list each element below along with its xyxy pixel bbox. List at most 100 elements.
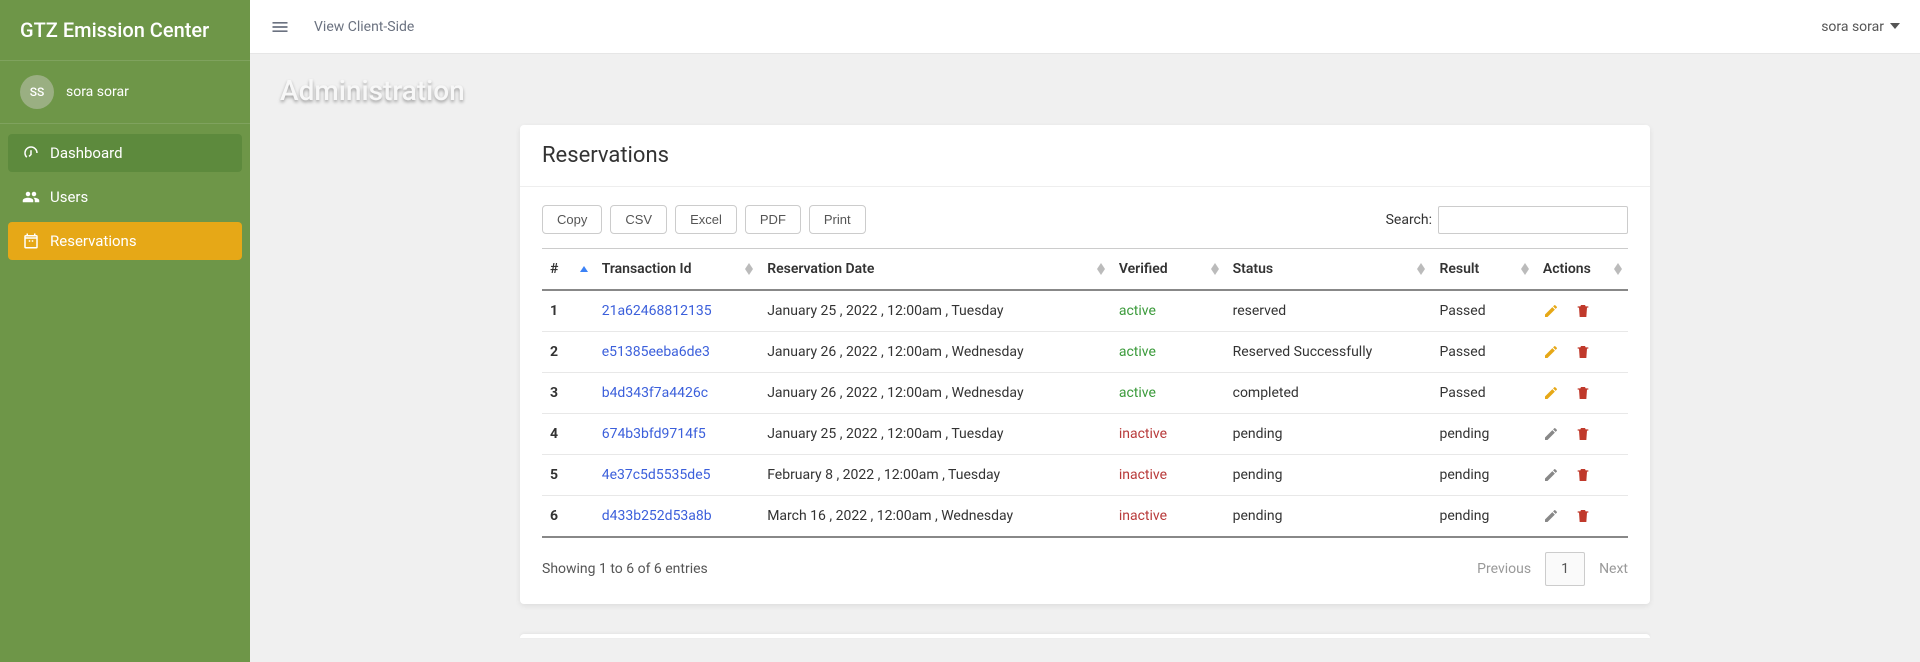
col-number[interactable]: #: [542, 249, 594, 291]
cell-reservation-date: March 16 , 2022 , 12:00am , Wednesday: [759, 496, 1111, 538]
sort-icon: [1097, 263, 1105, 275]
delete-icon[interactable]: [1575, 385, 1591, 401]
cell-status: pending: [1225, 455, 1432, 496]
cell-verified: inactive: [1111, 414, 1225, 455]
pagination-page-1[interactable]: 1: [1545, 552, 1585, 586]
delete-icon[interactable]: [1575, 467, 1591, 483]
cell-status: reserved: [1225, 290, 1432, 332]
reservations-table: # Transaction Id: [542, 248, 1628, 538]
edit-icon[interactable]: [1543, 385, 1559, 401]
topbar-user-name: sora sorar: [1821, 19, 1884, 35]
cell-result: Passed: [1431, 373, 1534, 414]
pdf-button[interactable]: PDF: [745, 205, 801, 234]
cell-result: Passed: [1431, 332, 1534, 373]
cell-actions: [1535, 290, 1628, 332]
edit-icon[interactable]: [1543, 344, 1559, 360]
content: Administration Reservations Copy CSV Exc…: [250, 54, 1920, 662]
copy-button[interactable]: Copy: [542, 205, 602, 234]
sidebar-item-users[interactable]: Users: [8, 178, 242, 216]
hamburger-icon[interactable]: [270, 17, 290, 37]
edit-icon[interactable]: [1543, 303, 1559, 319]
main: View Client-Side sora sorar Administrati…: [250, 0, 1920, 662]
table-row: 3 b4d343f7a4426c January 26 , 2022 , 12:00…: [542, 373, 1628, 414]
sidebar-item-reservations[interactable]: Reservations: [8, 222, 242, 260]
sort-icon: [1614, 263, 1622, 275]
edit-icon[interactable]: [1543, 508, 1559, 524]
cell-reservation-date: February 8 , 2022 , 12:00am , Tuesday: [759, 455, 1111, 496]
cell-status: Reserved Successfully: [1225, 332, 1432, 373]
csv-button[interactable]: CSV: [610, 205, 667, 234]
sort-icon: [1521, 263, 1529, 275]
edit-icon[interactable]: [1543, 426, 1559, 442]
cell-reservation-date: January 25 , 2022 , 12:00am , Tuesday: [759, 290, 1111, 332]
sidebar-nav: Dashboard Users Reservations: [0, 124, 250, 270]
transaction-link[interactable]: 4e37c5d5535de5: [602, 467, 711, 483]
table-row: 1 21a62468812135 January 25 , 2022 , 12:00…: [542, 290, 1628, 332]
cell-transaction-id: 4e37c5d5535de5: [594, 455, 759, 496]
avatar: SS: [20, 75, 54, 109]
cell-status: completed: [1225, 373, 1432, 414]
topbar: View Client-Side sora sorar: [250, 0, 1920, 54]
cell-reservation-date: January 26 , 2022 , 12:00am , Wednesday: [759, 332, 1111, 373]
table-info: Showing 1 to 6 of 6 entries: [542, 561, 708, 577]
pagination-next[interactable]: Next: [1599, 561, 1628, 577]
cell-transaction-id: d433b252d53a8b: [594, 496, 759, 538]
pagination-previous[interactable]: Previous: [1477, 561, 1531, 577]
gauge-icon: [22, 144, 40, 162]
delete-icon[interactable]: [1575, 303, 1591, 319]
cell-result: pending: [1431, 496, 1534, 538]
col-status[interactable]: Status: [1225, 249, 1432, 291]
sidebar-item-label: Users: [50, 188, 88, 206]
transaction-link[interactable]: b4d343f7a4426c: [602, 385, 708, 401]
delete-icon[interactable]: [1575, 344, 1591, 360]
chevron-down-icon: [1890, 19, 1900, 35]
cell-result: pending: [1431, 414, 1534, 455]
sidebar: GTZ Emission Center SS sora sorar Dashbo…: [0, 0, 250, 662]
avatar-name: sora sorar: [66, 84, 129, 100]
cell-number: 5: [542, 455, 594, 496]
topbar-user-menu[interactable]: sora sorar: [1821, 19, 1900, 35]
transaction-link[interactable]: e51385eeba6de3: [602, 344, 710, 360]
sidebar-user[interactable]: SS sora sorar: [0, 60, 250, 124]
cell-result: pending: [1431, 455, 1534, 496]
transaction-link[interactable]: 674b3bfd9714f5: [602, 426, 706, 442]
search-input[interactable]: [1438, 206, 1628, 234]
delete-icon[interactable]: [1575, 508, 1591, 524]
cell-transaction-id: b4d343f7a4426c: [594, 373, 759, 414]
users-icon: [22, 188, 40, 206]
cell-number: 3: [542, 373, 594, 414]
cell-verified: inactive: [1111, 496, 1225, 538]
cell-verified: active: [1111, 373, 1225, 414]
sidebar-item-label: Reservations: [50, 232, 137, 250]
table-row: 4674b3bfd9714f5January 25 , 2022 , 12:00…: [542, 414, 1628, 455]
view-client-side-link[interactable]: View Client-Side: [314, 19, 414, 35]
sort-icon: [580, 266, 588, 272]
transaction-link[interactable]: d433b252d53a8b: [602, 508, 712, 524]
cell-actions: [1535, 455, 1628, 496]
col-verified[interactable]: Verified: [1111, 249, 1225, 291]
edit-icon[interactable]: [1543, 467, 1559, 483]
table-row: 5 4e37c5d5535de5 February 8 , 2022 , 12:00…: [542, 455, 1628, 496]
col-result[interactable]: Result: [1431, 249, 1534, 291]
app-brand: GTZ Emission Center: [0, 0, 250, 60]
sort-icon: [1211, 263, 1219, 275]
delete-icon[interactable]: [1575, 426, 1591, 442]
cell-number: 4: [542, 414, 594, 455]
excel-button[interactable]: Excel: [675, 205, 737, 234]
sidebar-item-label: Dashboard: [50, 144, 123, 162]
col-reservation-date[interactable]: Reservation Date: [759, 249, 1111, 291]
table-row: 2e51385eeba6de3January 26 , 2022 , 12:00…: [542, 332, 1628, 373]
sort-icon: [1417, 263, 1425, 275]
col-actions: Actions: [1535, 249, 1628, 291]
print-button[interactable]: Print: [809, 205, 866, 234]
cell-reservation-date: January 26 , 2022 , 12:00am , Wednesday: [759, 373, 1111, 414]
cell-actions: [1535, 332, 1628, 373]
cell-number: 1: [542, 290, 594, 332]
col-transaction-id[interactable]: Transaction Id: [594, 249, 759, 291]
cell-verified: inactive: [1111, 455, 1225, 496]
table-toolbar: Copy CSV Excel PDF Print Search:: [542, 205, 1628, 234]
reservations-card: Reservations Copy CSV Excel PDF Print Se…: [520, 125, 1650, 604]
transaction-link[interactable]: 21a62468812135: [602, 303, 712, 319]
cell-transaction-id: 674b3bfd9714f5: [594, 414, 759, 455]
sidebar-item-dashboard[interactable]: Dashboard: [8, 134, 242, 172]
